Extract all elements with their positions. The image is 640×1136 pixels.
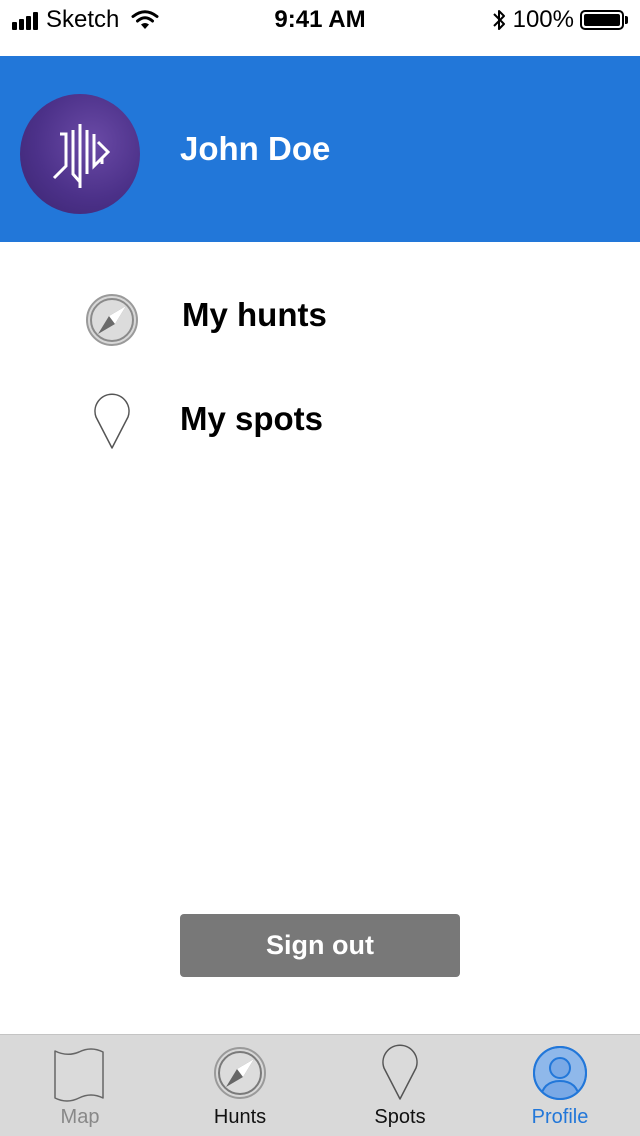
- tab-profile[interactable]: Profile: [480, 1035, 640, 1136]
- tab-bar: Map Hunts Spots Profile: [0, 1034, 640, 1136]
- menu-label-my-spots: My spots: [180, 400, 324, 437]
- bluetooth-icon: [492, 10, 505, 30]
- menu-label-my-hunts: My hunts: [182, 296, 327, 333]
- menu-item-my-hunts[interactable]: My hunts: [0, 280, 640, 360]
- profile-header: John Doe: [0, 56, 640, 242]
- profile-screen: Sketch 9:41 AM 100% John Doe My hunts My…: [0, 0, 640, 1136]
- battery-percentage: 100%: [512, 6, 574, 33]
- avatar[interactable]: [20, 94, 140, 214]
- tab-label-spots: Spots: [374, 1106, 426, 1128]
- map-icon: [54, 1048, 104, 1102]
- sign-out-button[interactable]: Sign out: [180, 914, 460, 977]
- compass-icon: [214, 1047, 266, 1099]
- tab-map[interactable]: Map: [0, 1035, 160, 1136]
- battery-cap: [625, 16, 628, 24]
- tab-hunts[interactable]: Hunts: [160, 1035, 320, 1136]
- avatar-logo-icon: [52, 124, 111, 188]
- compass-icon: [86, 294, 138, 346]
- status-bar: Sketch 9:41 AM 100%: [0, 0, 640, 40]
- battery-icon: [580, 10, 624, 30]
- map-pin-icon: [94, 393, 130, 449]
- map-pin-icon: [382, 1044, 418, 1100]
- status-right: 100%: [491, 6, 628, 33]
- tab-spots[interactable]: Spots: [320, 1035, 480, 1136]
- tab-label-profile: Profile: [531, 1106, 589, 1128]
- tab-label-hunts: Hunts: [213, 1106, 267, 1128]
- user-icon: [533, 1046, 587, 1100]
- user-name: John Doe: [180, 130, 331, 167]
- tab-label-map: Map: [60, 1106, 100, 1128]
- menu-item-my-spots[interactable]: My spots: [0, 384, 640, 464]
